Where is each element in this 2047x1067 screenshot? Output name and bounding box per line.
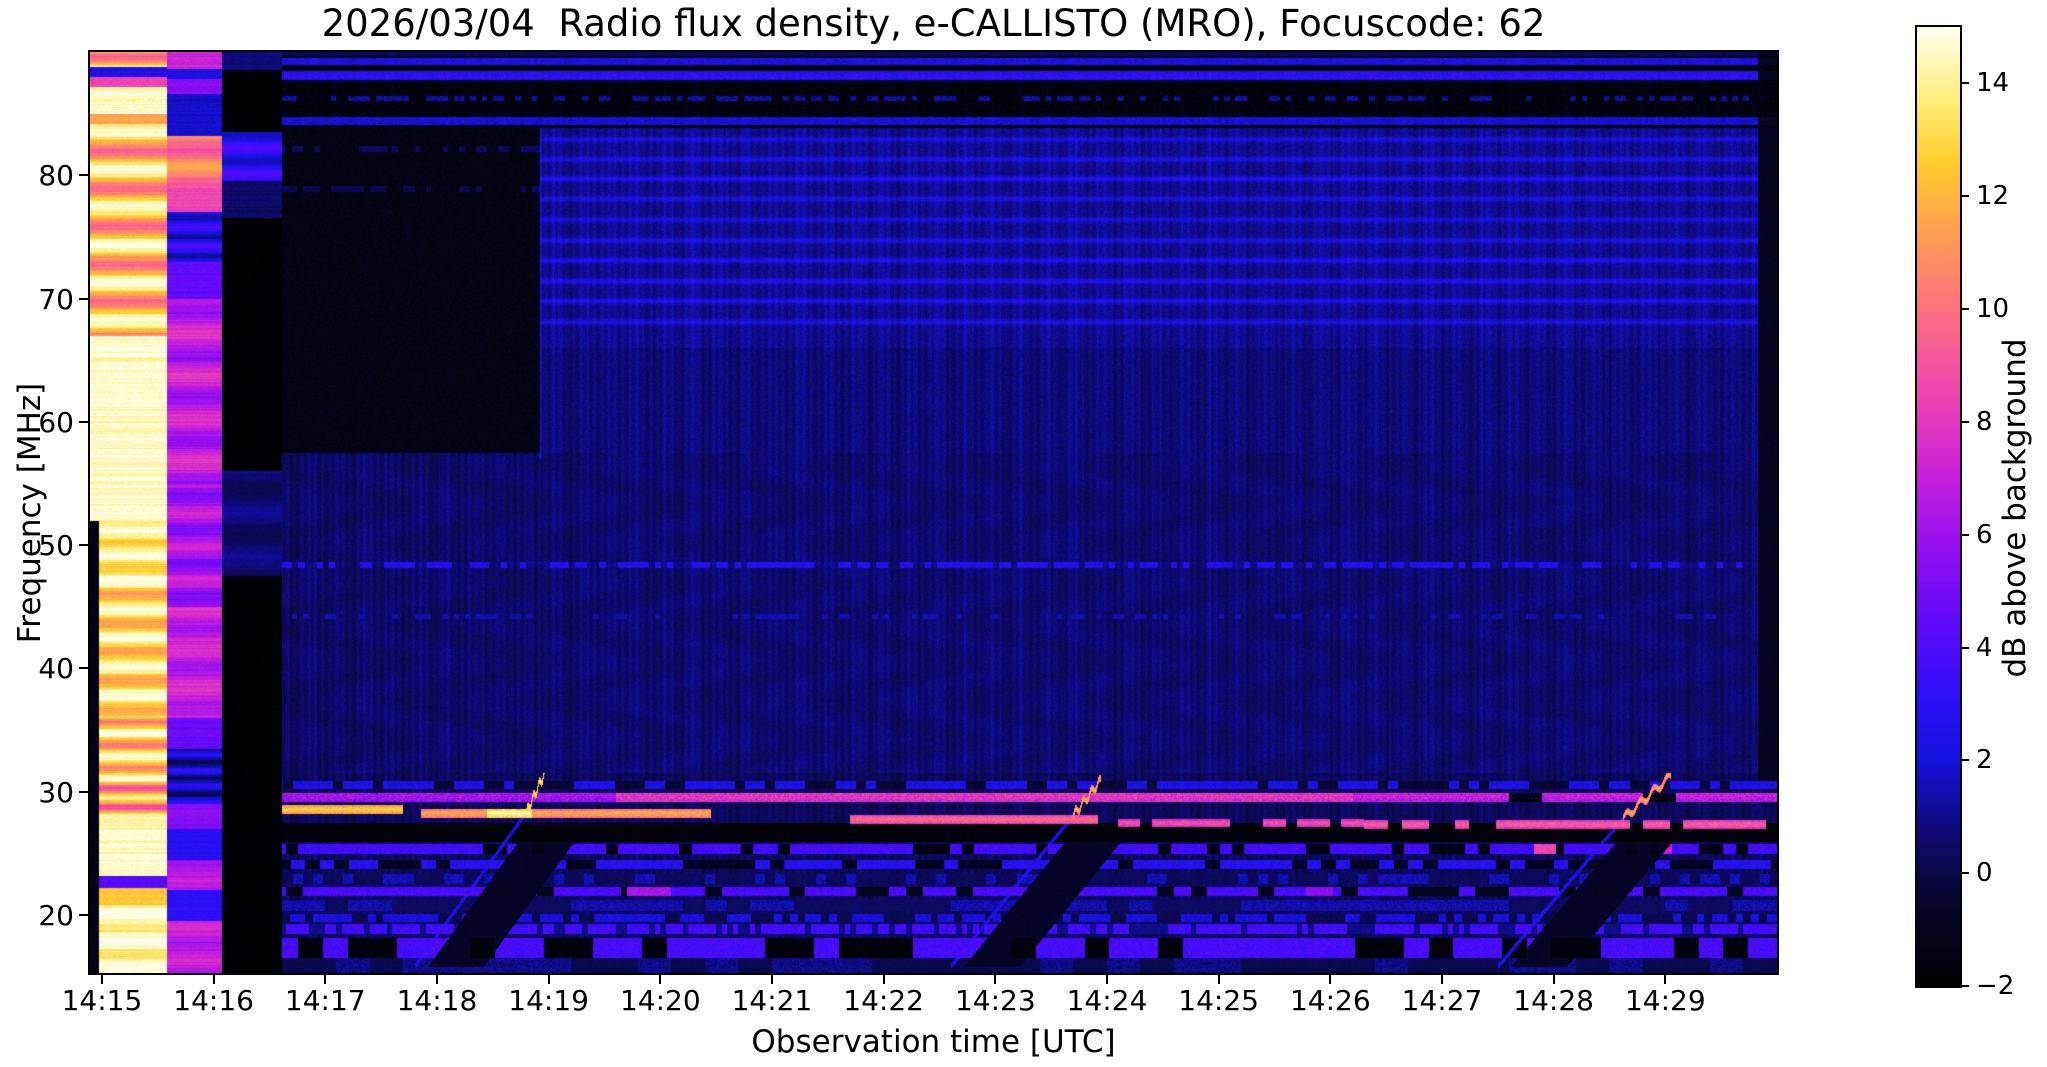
colorbar-tick-label: 12 — [1976, 181, 2010, 212]
x-tick-label: 14:28 — [1513, 984, 1594, 1017]
x-tick-label: 14:22 — [843, 984, 924, 1017]
y-tick-label: 40 — [38, 652, 74, 686]
chart-title: 2026/03/04 Radio flux density, e-CALLIST… — [321, 2, 1546, 45]
x-tick-mark — [547, 975, 550, 984]
x-tick-label: 14:15 — [61, 984, 143, 1017]
y-tick-label: 60 — [38, 405, 74, 439]
x-tick-mark — [1552, 975, 1555, 984]
y-tick-mark — [79, 174, 88, 177]
colorbar-tick-mark — [1961, 533, 1969, 536]
spectrogram-canvas — [90, 52, 1777, 973]
colorbar-tick-mark — [1961, 308, 1969, 311]
x-tick-label: 14:20 — [619, 984, 701, 1017]
x-tick-mark — [1440, 975, 1443, 984]
y-tick-mark — [79, 544, 88, 547]
colorbar-tick-mark — [1961, 759, 1969, 762]
x-tick-label: 14:29 — [1624, 984, 1706, 1017]
x-tick-mark — [1329, 975, 1332, 984]
figure: 2026/03/04 Radio flux density, e-CALLIST… — [0, 0, 2047, 1067]
x-tick-mark — [1105, 975, 1108, 984]
x-tick-mark — [1217, 975, 1220, 984]
x-tick-mark — [324, 975, 327, 984]
colorbar-tick-mark — [1961, 82, 1969, 85]
x-tick-mark — [994, 975, 997, 984]
colorbar-tick-mark — [1961, 985, 1969, 987]
x-axis-label: Observation time [UTC] — [751, 1024, 1116, 1060]
x-tick-mark — [770, 975, 773, 984]
colorbar-tick-mark — [1961, 646, 1969, 649]
x-tick-mark — [100, 975, 103, 984]
y-tick-mark — [79, 790, 88, 793]
colorbar-tick-label: 14 — [1976, 68, 2010, 99]
colorbar-tick-label: −2 — [1976, 971, 2015, 1001]
y-tick-label: 70 — [38, 282, 74, 316]
y-tick-mark — [79, 420, 88, 423]
colorbar-tick-label: 10 — [1976, 294, 2010, 325]
y-tick-label: 30 — [38, 775, 74, 809]
colorbar-canvas — [1917, 27, 1960, 986]
colorbar-tick-label: 6 — [1976, 519, 1993, 550]
y-tick-label: 20 — [38, 899, 74, 933]
colorbar-tick-label: 4 — [1976, 632, 1993, 663]
x-tick-label: 14:19 — [508, 984, 589, 1017]
y-tick-mark — [79, 297, 88, 300]
x-tick-label: 14:25 — [1178, 984, 1259, 1017]
y-tick-mark — [79, 914, 88, 917]
colorbar-tick-mark — [1961, 872, 1969, 875]
x-tick-label: 14:23 — [954, 984, 1036, 1017]
x-tick-mark — [1664, 975, 1667, 984]
colorbar-tick-mark — [1961, 420, 1969, 423]
colorbar-tick-label: 0 — [1976, 858, 1993, 889]
x-tick-mark — [882, 975, 885, 984]
colorbar-tick-label: 2 — [1976, 745, 1993, 776]
y-tick-mark — [79, 667, 88, 670]
x-tick-label: 14:24 — [1066, 984, 1148, 1017]
x-tick-label: 14:27 — [1401, 984, 1483, 1017]
colorbar-tick-mark — [1961, 195, 1969, 198]
x-tick-label: 14:16 — [173, 984, 254, 1017]
x-tick-mark — [212, 975, 215, 984]
x-tick-mark — [435, 975, 438, 984]
colorbar-tick-label: 8 — [1976, 406, 1993, 437]
x-tick-label: 14:26 — [1289, 984, 1371, 1017]
x-tick-mark — [659, 975, 662, 984]
y-tick-label: 80 — [38, 159, 74, 193]
x-tick-label: 14:17 — [284, 984, 366, 1017]
x-tick-label: 14:21 — [731, 984, 813, 1017]
y-tick-label: 50 — [38, 529, 74, 563]
x-tick-label: 14:18 — [396, 984, 478, 1017]
